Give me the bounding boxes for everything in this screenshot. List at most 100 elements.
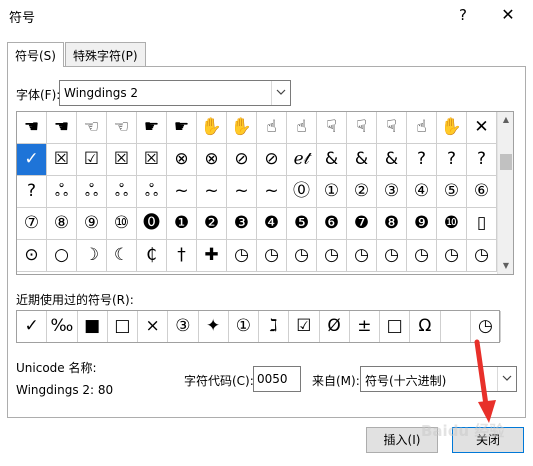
symbol-cell[interactable]: ✚: [197, 240, 227, 272]
symbol-cell[interactable]: ☒: [137, 144, 167, 176]
symbol-cell[interactable]: ❷: [197, 208, 227, 240]
chevron-down-icon[interactable]: [271, 81, 290, 105]
symbol-cell[interactable]: ☝: [257, 112, 287, 144]
symbol-cell[interactable]: ⊘: [257, 144, 287, 176]
symbol-cell[interactable]: ⑨: [77, 208, 107, 240]
chevron-down-icon[interactable]: [497, 367, 516, 391]
close-window-button[interactable]: ✕: [495, 4, 521, 26]
symbol-cell[interactable]: ~: [197, 176, 227, 208]
symbol-cell[interactable]: †: [167, 240, 197, 272]
recent-symbol-cell[interactable]: ±: [350, 311, 380, 342]
symbol-cell[interactable]: ⊘: [227, 144, 257, 176]
symbol-cell[interactable]: ⑥: [467, 176, 497, 208]
symbol-cell[interactable]: ⊗: [167, 144, 197, 176]
close-button[interactable]: 关闭: [452, 427, 524, 453]
symbol-cell[interactable]: ☜: [77, 112, 107, 144]
recent-symbol-cell[interactable]: [441, 311, 471, 342]
symbol-cell[interactable]: ஃ: [107, 176, 137, 208]
recent-symbols-row[interactable]: ✓ ‰ ■ □ × ③ ✦ ① ℷ ☑ Ø ± □ Ω ◷: [16, 310, 501, 343]
symbol-cell[interactable]: ⑧: [47, 208, 77, 240]
symbol-cell[interactable]: ◷: [347, 240, 377, 272]
scroll-up-icon[interactable]: ▲: [498, 112, 514, 128]
symbol-cell[interactable]: ☽: [77, 240, 107, 272]
symbol-cell[interactable]: ⓪: [287, 176, 317, 208]
symbol-cell[interactable]: &: [347, 144, 377, 176]
symbol-cell[interactable]: ⑦: [17, 208, 47, 240]
symbol-cell[interactable]: ◷: [227, 240, 257, 272]
symbol-cell[interactable]: ⑤: [437, 176, 467, 208]
scrollbar-thumb[interactable]: [500, 154, 512, 170]
tab-symbols[interactable]: 符号(S): [7, 42, 64, 67]
symbol-cell[interactable]: ◷: [287, 240, 317, 272]
symbol-cell[interactable]: ☟: [347, 112, 377, 144]
symbol-cell[interactable]: ?: [17, 176, 47, 208]
recent-symbol-cell[interactable]: ‰: [47, 311, 78, 342]
symbol-cell[interactable]: ~: [227, 176, 257, 208]
symbol-cell[interactable]: ☒: [107, 144, 137, 176]
symbol-cell[interactable]: ✋: [197, 112, 227, 144]
char-code-input[interactable]: 0050: [253, 366, 301, 392]
help-button[interactable]: ?: [452, 4, 474, 26]
symbol-cell[interactable]: ✕: [467, 112, 497, 144]
recent-symbol-cell[interactable]: □: [380, 311, 411, 342]
symbol-cell[interactable]: ☒: [47, 144, 77, 176]
symbol-cell[interactable]: ③: [377, 176, 407, 208]
symbol-cell[interactable]: ◷: [377, 240, 407, 272]
symbol-cell[interactable]: ?: [467, 144, 497, 176]
recent-symbol-cell[interactable]: ◷: [471, 311, 501, 342]
symbol-cell[interactable]: ☟: [317, 112, 347, 144]
symbol-cell[interactable]: ☚: [17, 112, 47, 144]
recent-symbol-cell[interactable]: ①: [229, 311, 259, 342]
scroll-down-icon[interactable]: ▼: [498, 258, 514, 274]
symbol-cell[interactable]: ⊙: [17, 240, 47, 272]
symbol-cell[interactable]: ஃ: [47, 176, 77, 208]
recent-symbol-cell[interactable]: Ø: [320, 311, 350, 342]
symbol-cell[interactable]: ◷: [257, 240, 287, 272]
recent-symbol-cell[interactable]: Ω: [410, 311, 441, 342]
symbol-cell[interactable]: ⑩: [107, 208, 137, 240]
symbol-cell[interactable]: ☑: [77, 144, 107, 176]
symbol-cell[interactable]: ②: [347, 176, 377, 208]
symbol-cell[interactable]: ☝: [287, 112, 317, 144]
symbol-grid-scrollbar[interactable]: ▲ ▼: [497, 112, 513, 274]
symbol-cell[interactable]: ⊗: [197, 144, 227, 176]
symbol-cell[interactable]: &: [317, 144, 347, 176]
symbol-cell[interactable]: ○: [47, 240, 77, 272]
recent-symbol-cell[interactable]: ☑: [289, 311, 320, 342]
symbol-cell[interactable]: ☛: [167, 112, 197, 144]
symbol-cell[interactable]: ~: [167, 176, 197, 208]
symbol-cell[interactable]: ₵: [137, 240, 167, 272]
symbol-cell[interactable]: ✋: [227, 112, 257, 144]
symbol-cell[interactable]: ✋: [437, 112, 467, 144]
font-select[interactable]: Wingdings 2: [59, 80, 291, 106]
symbol-cell[interactable]: ❾: [407, 208, 437, 240]
recent-symbol-cell[interactable]: ×: [138, 311, 169, 342]
symbol-grid[interactable]: ☚ ☚ ☜ ☜ ☛ ☛ ✋ ✋ ☝ ☝ ☟ ☟ ☟ ☝ ✋ ✕ ✓ ☒ ☑ ☒ ☒ ⊗ ⊗ ⊘ ⊘ ℯ𝓉 & & &???? ஃ ஃ ஃ ஃ ~ ~…: [16, 111, 514, 275]
symbol-cell[interactable]: ஃ: [137, 176, 167, 208]
symbol-cell[interactable]: ❼: [347, 208, 377, 240]
from-select[interactable]: 符号(十六进制): [360, 366, 517, 392]
symbol-cell[interactable]: ☜: [107, 112, 137, 144]
insert-button[interactable]: 插入(I): [366, 427, 438, 453]
recent-symbol-cell[interactable]: ■: [78, 311, 108, 342]
symbol-cell[interactable]: ✓: [17, 144, 47, 176]
symbol-cell[interactable]: ◷: [467, 240, 497, 272]
symbol-cell[interactable]: ❻: [317, 208, 347, 240]
recent-symbol-cell[interactable]: ③: [168, 311, 199, 342]
symbol-cell[interactable]: &: [377, 144, 407, 176]
symbol-cell[interactable]: ◷: [407, 240, 437, 272]
symbol-cell[interactable]: ☚: [47, 112, 77, 144]
symbol-cell[interactable]: ①: [317, 176, 347, 208]
symbol-cell[interactable]: ④: [407, 176, 437, 208]
symbol-cell[interactable]: ◷: [437, 240, 467, 272]
recent-symbol-cell[interactable]: □: [108, 311, 138, 342]
symbol-cell[interactable]: ?: [407, 144, 437, 176]
symbol-cell[interactable]: ℯ𝓉: [287, 144, 317, 176]
symbol-cell[interactable]: ☾: [107, 240, 137, 272]
symbol-cell[interactable]: ?: [437, 144, 467, 176]
symbol-cell[interactable]: ❺: [287, 208, 317, 240]
symbol-cell[interactable]: ❿: [437, 208, 467, 240]
recent-symbol-cell[interactable]: ✦: [199, 311, 229, 342]
symbol-cell[interactable]: ☟: [377, 112, 407, 144]
symbol-cell[interactable]: ❶: [167, 208, 197, 240]
